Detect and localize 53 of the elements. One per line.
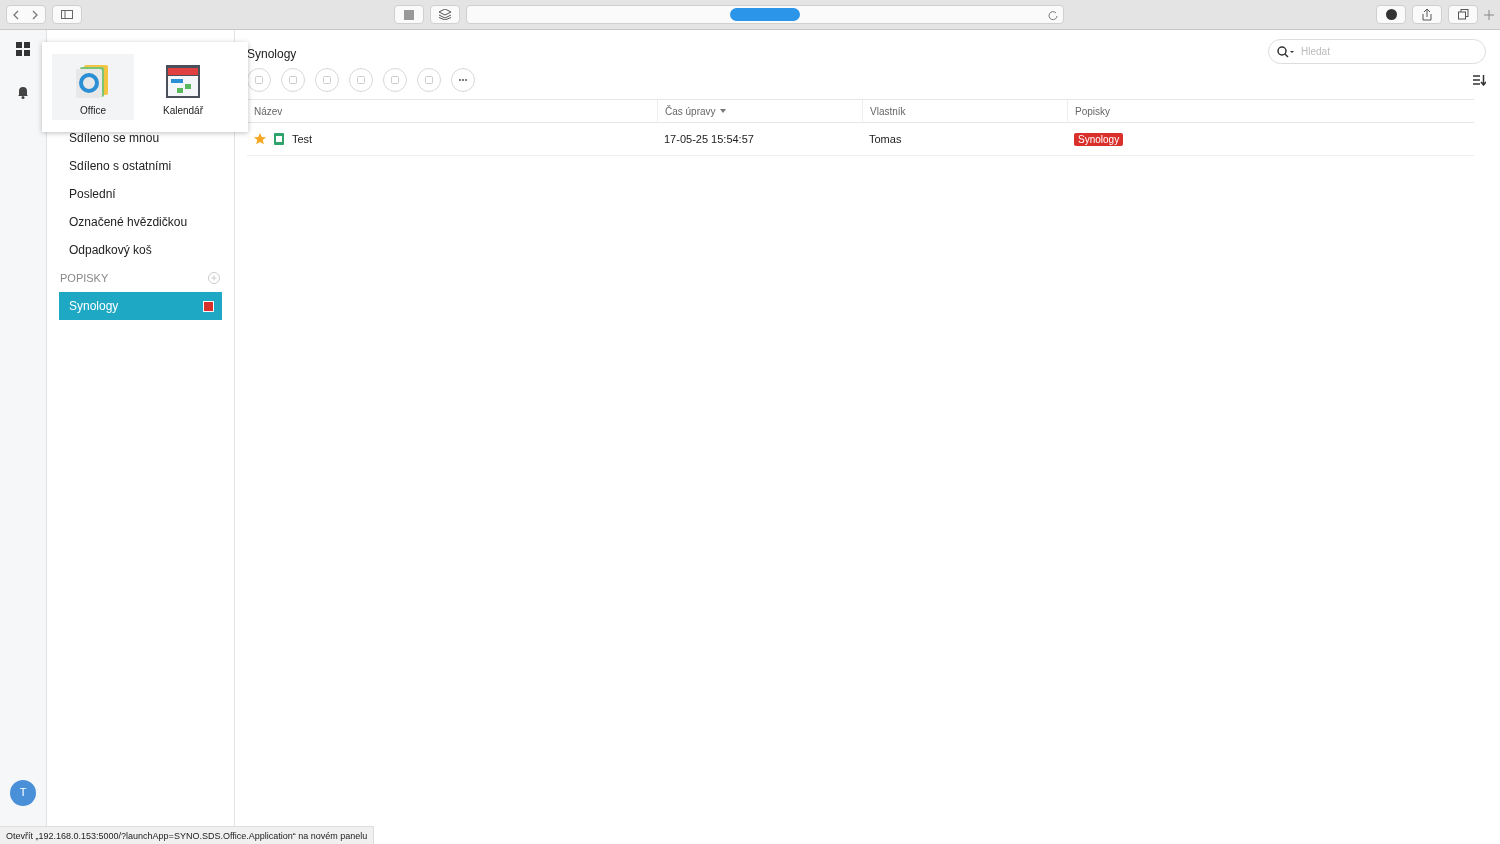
page-title: Synology	[247, 47, 297, 61]
file-name: Test	[292, 133, 313, 145]
share-icon	[1422, 8, 1432, 21]
calendar-app-icon	[165, 63, 201, 99]
add-icon[interactable]	[208, 272, 220, 284]
extension-button[interactable]	[394, 5, 424, 24]
column-label: Popisky	[1075, 105, 1110, 117]
sidebar-item[interactable]: Odpadkový koš	[59, 236, 222, 264]
download-button[interactable]	[1376, 5, 1406, 24]
column-label: Čas úpravy	[665, 105, 716, 117]
undo-button[interactable]	[315, 68, 339, 92]
column-label: Název	[254, 105, 283, 117]
column-header[interactable]: Název	[247, 99, 657, 123]
sidebar-item[interactable]: Označené hvězdičkou	[59, 208, 222, 236]
trash-button[interactable]	[417, 68, 441, 92]
table-cell: 17-05-25 15:54:57	[664, 133, 754, 145]
table-cell: Tomas	[869, 133, 902, 145]
folder-button[interactable]	[349, 68, 373, 92]
new-tab-icon[interactable]	[1484, 9, 1494, 20]
back-forward-buttons[interactable]	[6, 5, 46, 24]
column-label: Vlastník	[870, 105, 906, 117]
search-input[interactable]: Hledat	[1299, 45, 1449, 58]
status-text: Otevřít „192.168.0.153:5000/?launchApp=SYNO.SDS.Office.Application“ na novém panelu	[0, 826, 375, 844]
address-bar[interactable]	[466, 5, 1064, 24]
layers-button[interactable]	[430, 5, 460, 24]
column-header[interactable]: Popisky	[1067, 99, 1474, 123]
column-header[interactable]: Vlastník	[862, 99, 1067, 123]
sidebar-item[interactable]: Sdíleno s ostatními	[59, 152, 222, 180]
copy-button[interactable]	[383, 68, 407, 92]
loading-bar	[730, 8, 800, 21]
reload-icon[interactable]	[1048, 9, 1058, 20]
spreadsheet-icon	[274, 133, 284, 145]
add-user-button[interactable]	[281, 68, 305, 92]
tabs-icon	[1457, 9, 1469, 20]
section-heading: POPISKY	[60, 272, 109, 284]
search-icon	[1277, 45, 1295, 58]
sidebar-toggle-button[interactable]	[52, 5, 82, 24]
tag-button[interactable]	[247, 68, 271, 92]
app-launcher-item[interactable]: Kalendář	[142, 54, 224, 120]
square-icon	[403, 8, 415, 21]
grid-icon[interactable]	[16, 42, 30, 56]
more-button[interactable]	[451, 68, 475, 92]
star-icon[interactable]	[254, 133, 266, 145]
sidebar-icon	[61, 10, 73, 19]
sidebar-item[interactable]: Poslední	[59, 180, 222, 208]
column-header[interactable]: Čas úpravy	[657, 99, 862, 123]
layers-icon	[439, 9, 451, 20]
tag-label: Synology	[1074, 132, 1124, 146]
bell-icon[interactable]	[17, 86, 29, 99]
sort-icon[interactable]	[1473, 74, 1486, 86]
app-launcher-item[interactable]: Office	[52, 54, 134, 120]
tabs-button[interactable]	[1448, 5, 1478, 24]
share-button[interactable]	[1412, 5, 1442, 24]
